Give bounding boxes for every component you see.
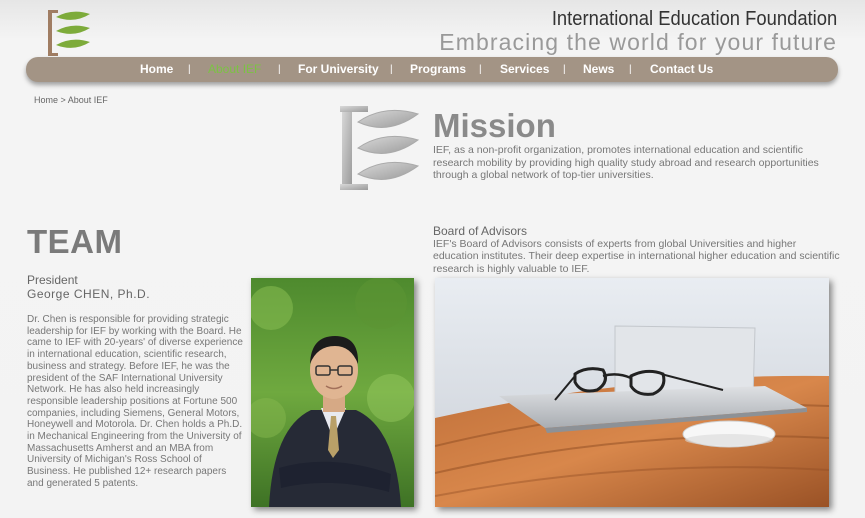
nav-programs[interactable]: Programs xyxy=(410,62,466,76)
nav-news[interactable]: News xyxy=(583,62,614,76)
president-photo xyxy=(251,278,414,507)
nav-home[interactable]: Home xyxy=(140,62,173,76)
board-text: IEF's Board of Advisors consists of expe… xyxy=(433,238,840,275)
mission-title: Mission xyxy=(433,107,556,144)
desk-photo xyxy=(435,278,829,507)
breadcrumb: Home > About IEF xyxy=(34,95,108,105)
nav-separator: | xyxy=(278,64,281,75)
nav-about-ief[interactable]: About IEF xyxy=(208,62,261,76)
nav-contact-us[interactable]: Contact Us xyxy=(650,62,713,76)
nav-for-university[interactable]: For University xyxy=(298,62,379,76)
nav-separator: | xyxy=(563,64,566,75)
mission-logo-graphic xyxy=(336,104,422,192)
ief-logo[interactable] xyxy=(44,8,96,58)
nav-services[interactable]: Services xyxy=(500,62,549,76)
team-title: TEAM xyxy=(27,223,123,260)
board-title: Board of Advisors xyxy=(433,224,528,238)
president-role: President xyxy=(27,273,78,287)
org-name: International Education Foundation xyxy=(551,8,837,30)
nav-separator: | xyxy=(629,64,632,75)
president-bio: Dr. Chen is responsible for providing st… xyxy=(27,314,243,489)
president-name: George CHEN, Ph.D. xyxy=(27,287,151,301)
mission-text: IEF, as a non-profit organization, promo… xyxy=(433,144,819,181)
nav-separator: | xyxy=(479,64,482,75)
nav-separator: | xyxy=(188,64,191,75)
main-navbar: Home | About IEF | For University | Prog… xyxy=(26,57,838,82)
tagline: Embracing the world for your future xyxy=(439,29,837,55)
nav-separator: | xyxy=(390,64,393,75)
